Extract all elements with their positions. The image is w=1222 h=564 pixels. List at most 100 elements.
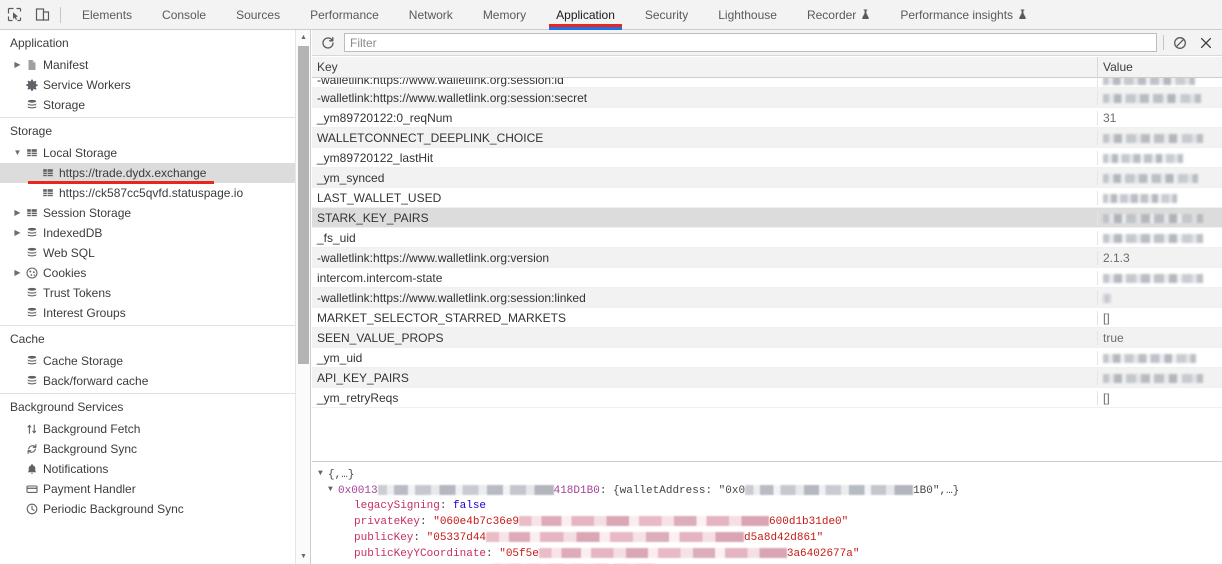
sidebar-item-service-workers[interactable]: ▶ Service Workers [0, 75, 310, 95]
sidebar-item-label: Local Storage [43, 146, 118, 160]
table-row[interactable]: _fs_uid [312, 228, 1222, 248]
chevron-right-icon[interactable]: ▶ [12, 229, 23, 237]
preview-property-name: publicKeyYCoordinate [354, 548, 487, 560]
sidebar-item-label: Payment Handler [43, 482, 136, 496]
refresh-icon[interactable] [318, 33, 338, 53]
table-row[interactable]: WALLETCONNECT_DEEPLINK_CHOICE [312, 128, 1222, 148]
chevron-right-icon: ▶ [12, 309, 23, 317]
sidebar-item-notifications[interactable]: ▶ Notifications [0, 459, 310, 479]
panel-tabs: Elements Console Sources Performance Network… [67, 0, 1042, 30]
table-row[interactable]: API_KEY_PAIRS [312, 368, 1222, 388]
table-row[interactable]: _ym89720122:0_reqNum 31 [312, 108, 1222, 128]
sidebar-item-trust-tokens[interactable]: ▶ Trust Tokens [0, 283, 310, 303]
cell-value-wrap [1098, 151, 1222, 165]
chevron-right-icon[interactable]: ▶ [12, 269, 23, 277]
redacted-value [1103, 133, 1203, 143]
sidebar-scrollbar[interactable]: ▲ ▼ [295, 30, 310, 564]
column-header-key[interactable]: Key [312, 57, 1098, 78]
preview-property-publicKeyYCoordinate[interactable]: publicKeyYCoordinate: "05f5e 3a6402677a" [318, 546, 1222, 562]
tab-label: Network [408, 7, 453, 22]
tab-lighthouse[interactable]: Lighthouse [703, 0, 792, 30]
scroll-up-arrow-icon[interactable]: ▲ [296, 30, 310, 45]
sidebar-item-local-storage[interactable]: ▼ Local Storage [0, 143, 310, 163]
sidebar-item-storage[interactable]: ▶ Storage [0, 95, 310, 115]
tab-performance-insights[interactable]: Performance insights [885, 0, 1042, 30]
chevron-right-icon: ▶ [12, 101, 23, 109]
table-row[interactable]: MARKET_SELECTOR_STARRED_MARKETS [] [312, 308, 1222, 328]
sidebar-item-back-forward-cache[interactable]: ▶ Back/forward cache [0, 371, 310, 391]
cell-value: [] [1103, 390, 1110, 405]
filter-input[interactable] [344, 33, 1157, 52]
delete-selected-icon[interactable] [1196, 33, 1216, 53]
chevron-down-icon[interactable]: ▼ [318, 466, 328, 482]
table-row[interactable]: _ym_synced [312, 168, 1222, 188]
tab-elements[interactable]: Elements [67, 0, 147, 30]
sidebar-item-cache-storage[interactable]: ▶ Cache Storage [0, 351, 310, 371]
manifest-file-icon [28, 60, 36, 70]
sidebar-item-interest-groups[interactable]: ▶ Interest Groups [0, 303, 310, 323]
preview-string-prefix: "060e4b7c36e9 [433, 516, 520, 528]
sidebar-item-background-sync[interactable]: ▶ Background Sync [0, 439, 310, 459]
tab-application[interactable]: Application [541, 0, 630, 30]
table-row[interactable]: STARK_KEY_PAIRS [312, 208, 1222, 228]
table-row[interactable]: _ym_retryReqs [] [312, 388, 1222, 408]
sidebar-item-payment-handler[interactable]: ▶ Payment Handler [0, 479, 310, 499]
preview-property-privateKey[interactable]: privateKey: "060e4b7c36e9 600d1b31de0" [318, 514, 1222, 530]
sidebar-item-manifest[interactable]: ▶ Manifest [0, 55, 310, 75]
sidebar-item-indexeddb[interactable]: ▶ IndexedDB [0, 223, 310, 243]
chevron-down-icon[interactable]: ▼ [328, 482, 338, 498]
table-grid-icon [39, 187, 57, 199]
tab-label: Application [556, 7, 615, 22]
sidebar-item-web-sql[interactable]: ▶ Web SQL [0, 243, 310, 263]
chevron-right-icon: ▶ [12, 445, 23, 453]
experimental-flask-icon [1019, 9, 1026, 19]
sidebar-item-https-trade-dydx-exchange[interactable]: ▶ https://trade.dydx.exchange [0, 163, 310, 184]
cell-value: [] [1103, 310, 1110, 325]
table-row[interactable]: -walletlink:https://www.walletlink.org:v… [312, 248, 1222, 268]
cell-key: -walletlink:https://www.walletlink.org:s… [312, 290, 1098, 305]
sidebar-item-background-fetch[interactable]: ▶ Background Fetch [0, 419, 310, 439]
sidebar-item-periodic-background-sync[interactable]: ▶ Periodic Background Sync [0, 499, 310, 519]
preview-object-line[interactable]: ▼ 0x0013 418D1B0: {walletAddress: "0x0 1B0"… [318, 482, 1222, 498]
column-header-value[interactable]: Value [1098, 57, 1222, 78]
tab-memory[interactable]: Memory [468, 0, 541, 30]
inspect-element-icon[interactable] [0, 1, 28, 29]
sidebar-item-https-ck587cc5qvfd-statuspage-io[interactable]: ▶ https://ck587cc5qvfd.statuspage.io [0, 183, 310, 203]
device-toolbar-icon[interactable] [28, 1, 56, 29]
cell-value-wrap [1098, 271, 1222, 285]
cell-value: 31 [1103, 110, 1117, 125]
sidebar-item-cookies[interactable]: ▶ Cookies [0, 263, 310, 283]
table-row[interactable]: _ym_uid [312, 348, 1222, 368]
tab-network[interactable]: Network [394, 0, 468, 30]
preview-object-summary-suffix: 1B0",…} [913, 484, 960, 497]
chevron-right-icon[interactable]: ▶ [12, 209, 23, 217]
table-row[interactable]: -walletlink:https://www.walletlink.org:s… [312, 78, 1222, 88]
chevron-down-icon[interactable]: ▼ [12, 149, 23, 157]
redacted-value [1103, 373, 1203, 383]
tab-security[interactable]: Security [630, 0, 703, 30]
table-row[interactable]: intercom.intercom-state [312, 268, 1222, 288]
tab-sources[interactable]: Sources [221, 0, 295, 30]
table-row[interactable]: -walletlink:https://www.walletlink.org:s… [312, 288, 1222, 308]
tab-performance[interactable]: Performance [295, 0, 394, 30]
table-row[interactable]: SEEN_VALUE_PROPS true [312, 328, 1222, 348]
cell-key: _ym_uid [312, 350, 1098, 365]
preview-object-summary-prefix: : {walletAddress: "0x0 [599, 484, 746, 497]
clear-all-icon[interactable] [1170, 33, 1190, 53]
sidebar-item-label: Service Workers [43, 78, 131, 92]
table-row[interactable]: _ym89720122_lastHit [312, 148, 1222, 168]
table-row[interactable]: -walletlink:https://www.walletlink.org:s… [312, 88, 1222, 108]
table-row[interactable]: LAST_WALLET_USED [312, 188, 1222, 208]
preview-property-legacySigning[interactable]: legacySigning: false [318, 498, 1222, 514]
preview-root-line[interactable]: ▼ {,…} [318, 466, 1222, 482]
database-icon [27, 287, 37, 297]
sidebar-item-label: Background Sync [43, 442, 138, 456]
chevron-right-icon[interactable]: ▶ [12, 61, 23, 69]
scroll-down-arrow-icon[interactable]: ▼ [296, 549, 310, 564]
toolbar-divider [60, 6, 61, 23]
sidebar-item-session-storage[interactable]: ▶ Session Storage [0, 203, 310, 223]
preview-property-publicKey[interactable]: publicKey: "05337d44 d5a8d42d861" [318, 530, 1222, 546]
tab-console[interactable]: Console [147, 0, 221, 30]
sidebar-scrollbar-thumb[interactable] [298, 46, 309, 364]
tab-recorder[interactable]: Recorder [792, 0, 885, 30]
